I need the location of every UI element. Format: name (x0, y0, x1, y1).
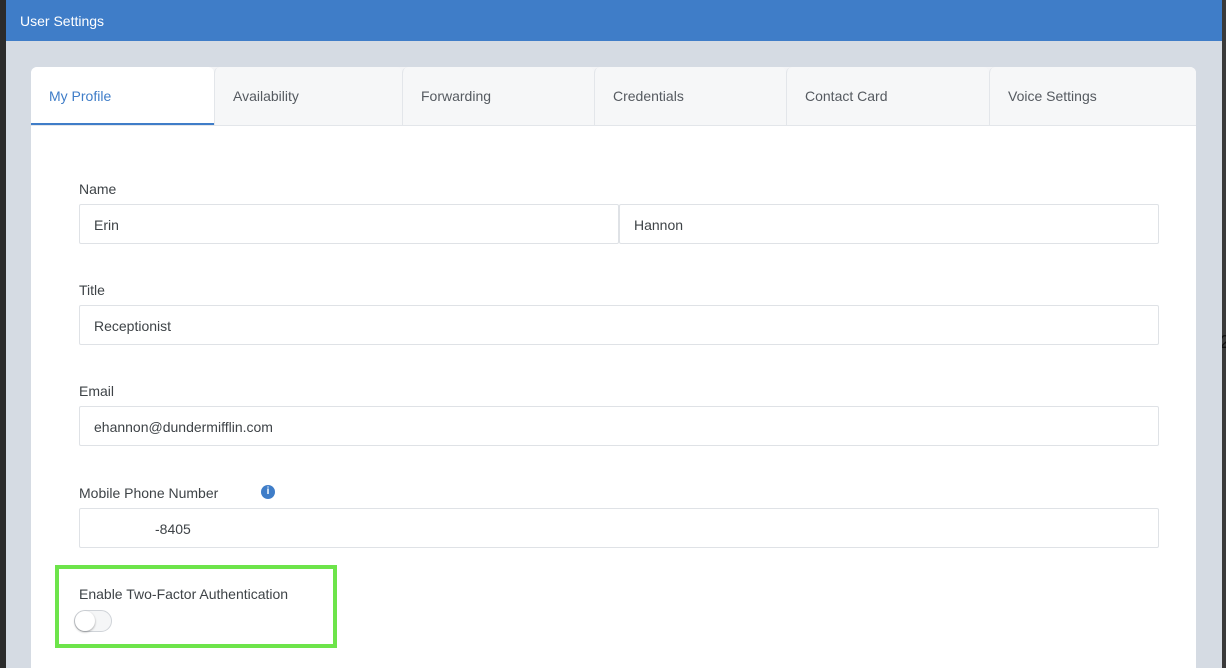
email-label: Email (79, 383, 115, 399)
window-title: User Settings (20, 13, 105, 29)
tab-label: Forwarding (421, 88, 492, 104)
name-label: Name (79, 181, 117, 197)
email-input[interactable]: ehannon@dundermifflin.com (79, 406, 1159, 446)
tab-availability[interactable]: Availability (214, 67, 402, 125)
user-settings-window: User Settings Voice Settings Contact Car… (6, 0, 1222, 668)
last-name-value: Hannon (634, 217, 684, 233)
tab-forwarding[interactable]: Forwarding (402, 67, 594, 125)
mobile-phone-input[interactable]: -8405 (79, 508, 1159, 548)
tab-voice-settings[interactable]: Voice Settings (989, 67, 1196, 125)
tab-label: Contact Card (805, 88, 888, 104)
last-name-input[interactable]: Hannon (619, 204, 1159, 244)
tab-label: Credentials (613, 88, 684, 104)
two-factor-highlight (55, 565, 337, 648)
two-factor-label: Enable Two-Factor Authentication (79, 586, 289, 602)
tab-label: Voice Settings (1008, 88, 1097, 104)
tab-bar: Voice Settings Contact Card Credentials … (31, 67, 1196, 126)
title-bar: User Settings (6, 0, 1222, 41)
settings-panel: Voice Settings Contact Card Credentials … (31, 67, 1196, 668)
tab-label: Availability (233, 88, 299, 104)
email-value: ehannon@dundermifflin.com (94, 419, 273, 435)
title-label: Title (79, 282, 105, 298)
tab-contact-card[interactable]: Contact Card (786, 67, 989, 125)
toggle-knob (75, 611, 95, 631)
title-value: Receptionist (94, 318, 172, 334)
mobile-phone-value: -8405 (155, 521, 191, 537)
first-name-input[interactable]: Erin (79, 204, 619, 244)
first-name-value: Erin (94, 217, 119, 233)
tab-credentials[interactable]: Credentials (594, 67, 786, 125)
mobile-phone-label: Mobile Phone Number (79, 485, 219, 501)
tab-my-profile[interactable]: My Profile (31, 67, 214, 125)
two-factor-toggle[interactable] (74, 610, 112, 632)
info-icon[interactable]: i (261, 485, 275, 499)
title-input[interactable]: Receptionist (79, 305, 1159, 345)
tab-label: My Profile (49, 88, 112, 104)
